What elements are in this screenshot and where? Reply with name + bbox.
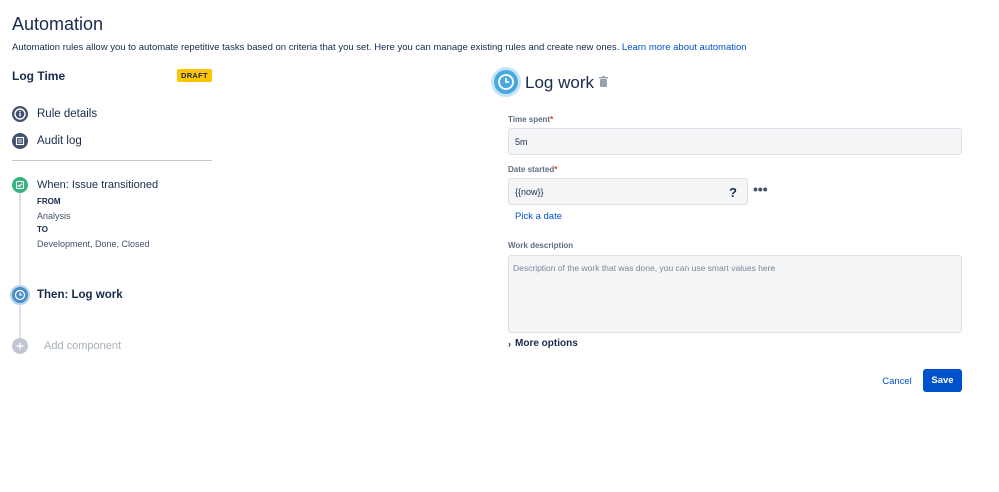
rule-name[interactable]: Log Time [12,69,65,83]
required-marker: * [550,115,554,124]
save-button[interactable]: Save [923,369,962,392]
trigger-title[interactable]: When: Issue transitioned [37,179,158,191]
status-badge: DRAFT [177,69,212,82]
to-value: Development, Done, Closed [37,239,150,249]
description-text: Automation rules allow you to automate r… [12,42,620,53]
work-description-placeholder: Description of the work that was done, y… [513,263,776,273]
learn-more-link[interactable]: Learn more about automation [622,42,747,53]
date-started-label-text: Date started [508,165,555,174]
more-actions-icon[interactable]: ••• [753,181,768,197]
date-started-input[interactable]: {{now}} [508,178,748,205]
required-marker: * [554,165,558,174]
editor-title: Log work [525,73,594,92]
page-description: Automation rules allow you to automate r… [12,42,747,53]
date-started-value: {{now}} [515,186,544,197]
timeline-connector [19,303,21,338]
list-icon [12,133,28,149]
clock-icon[interactable] [12,287,28,303]
more-options-label: More options [515,338,578,349]
timeline-connector [19,193,21,287]
to-label: TO [37,225,48,234]
pick-date-link[interactable]: Pick a date [515,211,562,222]
time-spent-label-text: Time spent [508,115,551,124]
nav-rule-details[interactable]: Rule details [12,106,97,122]
page-title: Automation [12,14,104,34]
from-value: Analysis [37,211,71,221]
help-icon[interactable]: ? [729,185,737,200]
time-spent-input[interactable]: 5m [508,128,962,155]
audit-log-label: Audit log [37,135,82,147]
info-icon [12,106,28,122]
date-started-label: Date started* [508,165,557,174]
add-component-button[interactable]: Add component [44,340,121,352]
nav-audit-log[interactable]: Audit log [12,133,82,149]
action-title[interactable]: Then: Log work [37,289,123,301]
time-spent-value: 5m [515,136,528,147]
clock-icon [494,70,518,94]
chevron-right-icon: › [508,338,511,349]
trigger-icon[interactable] [12,177,28,193]
work-description-input[interactable]: Description of the work that was done, y… [508,255,962,333]
add-icon[interactable] [12,338,28,354]
rule-details-label: Rule details [37,108,98,120]
more-options-toggle[interactable]: › More options [508,338,578,349]
divider [12,160,212,161]
time-spent-label: Time spent* [508,115,553,124]
from-label: FROM [37,197,61,206]
cancel-button[interactable]: Cancel [875,370,919,392]
trash-icon[interactable] [599,76,608,87]
work-description-label: Work description [508,241,574,250]
